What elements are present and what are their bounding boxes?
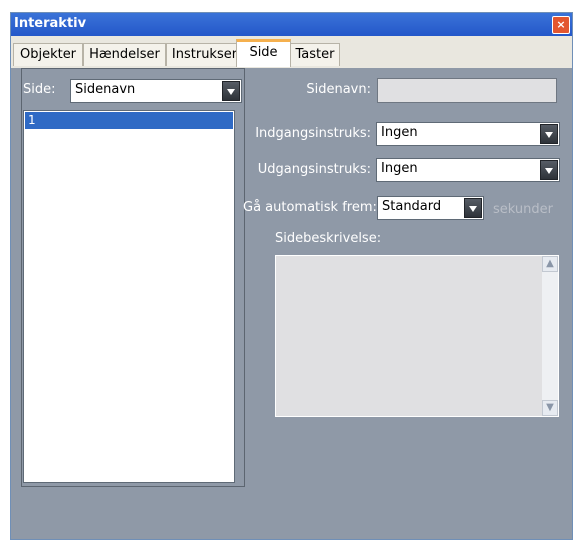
udgangsinstruks-value: Ingen — [381, 161, 418, 176]
tab-side[interactable]: Side — [236, 39, 291, 67]
tab-taster[interactable]: Taster — [290, 43, 340, 66]
udgangsinstruks-select[interactable]: Ingen — [376, 158, 560, 182]
sidenavn-input[interactable] — [377, 78, 557, 103]
page-list[interactable]: 1 — [23, 110, 235, 483]
indgangsinstruks-label: Indgangsinstruks: — [255, 126, 371, 141]
indgangsinstruks-value: Ingen — [381, 125, 418, 140]
chevron-down-icon[interactable] — [464, 198, 482, 218]
side-select-value: Sidenavn — [75, 82, 136, 97]
side-select[interactable]: Sidenavn — [70, 79, 242, 103]
side-label: Side: — [23, 82, 56, 97]
chevron-up-icon[interactable]: ▲ — [542, 256, 558, 272]
sidenavn-label: Sidenavn: — [306, 82, 371, 97]
chevron-down-icon[interactable] — [540, 160, 558, 180]
seconds-label: sekunder — [493, 202, 553, 217]
interaktiv-dialog: Interaktiv × Objekter Hændelser Instruks… — [10, 12, 573, 540]
tab-haendelser[interactable]: Hændelser — [83, 43, 166, 66]
auto-advance-label: Gå automatisk frem: — [243, 200, 377, 215]
tab-strip: Objekter Hændelser Instrukser Side Taste… — [11, 36, 572, 69]
list-item-label: 1 — [28, 113, 36, 127]
chevron-down-icon[interactable] — [222, 81, 240, 101]
indgangsinstruks-select[interactable]: Ingen — [376, 122, 560, 146]
tab-instrukser[interactable]: Instrukser — [166, 43, 243, 66]
auto-advance-select[interactable]: Standard — [377, 196, 484, 220]
close-button[interactable]: × — [552, 16, 570, 34]
tab-objekter[interactable]: Objekter — [13, 43, 83, 66]
title-bar: Interaktiv × — [11, 13, 572, 36]
list-item[interactable]: 1 — [25, 112, 233, 129]
side-panel: Side: Sidenavn 1 Sidenavn: Indgangsinstr… — [11, 68, 572, 539]
sidebeskrivelse-textarea[interactable]: ▲ ▼ — [275, 255, 559, 417]
window-title: Interaktiv — [14, 16, 87, 31]
chevron-down-icon[interactable] — [540, 124, 558, 144]
auto-advance-value: Standard — [382, 199, 442, 214]
chevron-down-icon[interactable]: ▼ — [542, 400, 558, 416]
description-scrollbar[interactable]: ▲ ▼ — [542, 256, 558, 416]
udgangsinstruks-label: Udgangsinstruks: — [257, 162, 371, 177]
sidebeskrivelse-label: Sidebeskrivelse: — [275, 231, 382, 246]
